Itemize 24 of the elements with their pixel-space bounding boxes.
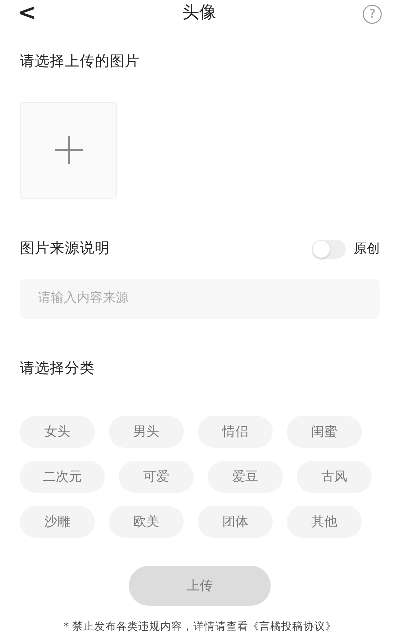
- plus-icon: [54, 135, 84, 166]
- category-tag[interactable]: 团体: [198, 506, 273, 538]
- category-tag[interactable]: 女头: [20, 416, 95, 448]
- category-tag[interactable]: 欧美: [109, 506, 184, 538]
- category-tag[interactable]: 可爱: [119, 461, 194, 494]
- category-tag[interactable]: 爱豆: [208, 461, 283, 494]
- category-tag[interactable]: 沙雕: [20, 506, 95, 538]
- page-title: 头像: [182, 2, 217, 26]
- back-button[interactable]: <: [18, 3, 36, 25]
- section-label: 请选择上传的图片: [20, 53, 141, 72]
- original-toggle[interactable]: [312, 240, 346, 260]
- source-input[interactable]: 请输入内容来源: [20, 278, 380, 318]
- category-tag[interactable]: 闺蜜: [287, 416, 362, 448]
- toggle-label: 原创: [354, 240, 380, 259]
- category-tag[interactable]: 情侣: [198, 416, 273, 448]
- category-tag[interactable]: 其他: [287, 506, 362, 538]
- category-tag[interactable]: 男头: [109, 416, 184, 448]
- section-label: 图片来源说明: [20, 240, 110, 259]
- notice-text: * 禁止发布各类违规内容，详情请查看《言橘投稿协议》: [64, 620, 336, 635]
- help-button[interactable]: ?: [363, 4, 382, 24]
- upload-box[interactable]: [20, 102, 117, 199]
- section-label: 请选择分类: [20, 360, 96, 378]
- category-tag[interactable]: 二次元: [20, 461, 105, 494]
- category-tag[interactable]: 古风: [297, 461, 372, 494]
